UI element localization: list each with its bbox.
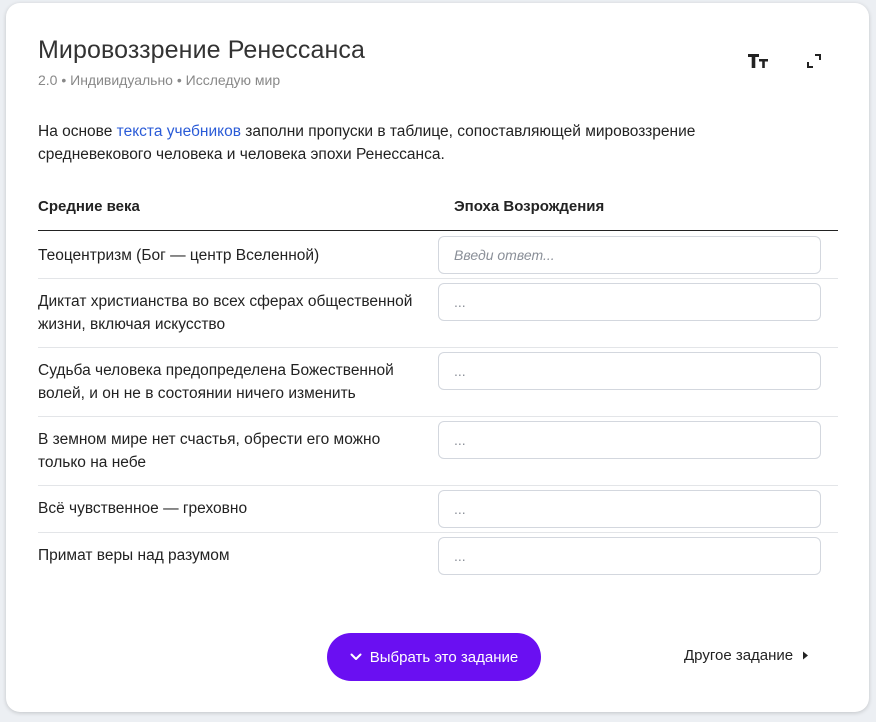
renaissance-answer-input[interactable] <box>438 352 821 390</box>
table-row: Диктат христианства во всех сферах общес… <box>38 279 838 348</box>
renaissance-answer-input[interactable] <box>438 421 821 459</box>
table-row: Всё чувственное — греховно <box>38 486 838 533</box>
task-card: Мировоззрение Ренессанса 2.0 • Индивидуа… <box>6 3 869 712</box>
renaissance-answer-input[interactable] <box>438 490 821 528</box>
column-header-renaissance: Эпоха Возрождения <box>454 198 605 215</box>
medieval-cell: Теоцентризм (Бог — центр Вселенной) <box>38 247 320 264</box>
select-task-label: Выбрать это задание <box>369 648 519 666</box>
chevron-down-icon <box>350 653 362 660</box>
table-row: Теоцентризм (Бог — центр Вселенной) <box>38 231 838 279</box>
table-header: Средние века Эпоха Возрождения <box>38 196 838 231</box>
caret-right-icon <box>803 651 809 660</box>
task-meta: 2.0 • Индивидуально • Исследую мир <box>38 72 281 88</box>
table-row: Примат веры над разумом <box>38 533 838 581</box>
page-title: Мировоззрение Ренессанса <box>38 36 365 64</box>
column-header-medieval: Средние века <box>38 198 140 215</box>
fullscreen-button[interactable] <box>800 47 828 75</box>
text-size-icon <box>748 54 768 68</box>
intro-text-start: На основе <box>38 123 117 140</box>
medieval-cell: Всё чувственное — греховно <box>38 500 248 517</box>
task-instructions: На основе текста учебников заполни пропу… <box>38 120 798 166</box>
renaissance-answer-input[interactable] <box>438 537 821 575</box>
medieval-cell: Диктат христианства во всех сферах общес… <box>38 293 413 333</box>
medieval-cell: В земном мире нет счастья, обрести его м… <box>38 431 381 471</box>
fullscreen-icon <box>807 54 821 68</box>
table-body: Теоцентризм (Бог — центр Вселенной) Дикт… <box>38 231 838 581</box>
medieval-cell: Судьба человека предопределена Божествен… <box>38 362 394 402</box>
table-row: В земном мире нет счастья, обрести его м… <box>38 417 838 486</box>
medieval-cell: Примат веры над разумом <box>38 547 230 564</box>
renaissance-answer-input[interactable] <box>438 236 821 274</box>
renaissance-answer-input[interactable] <box>438 283 821 321</box>
select-task-button[interactable]: Выбрать это задание <box>327 633 541 681</box>
another-task-button[interactable]: Другое задание <box>684 647 809 664</box>
text-size-button[interactable] <box>744 47 772 75</box>
table-row: Судьба человека предопределена Божествен… <box>38 348 838 417</box>
textbook-link[interactable]: текста учебников <box>117 123 241 140</box>
another-task-label: Другое задание <box>684 647 794 664</box>
